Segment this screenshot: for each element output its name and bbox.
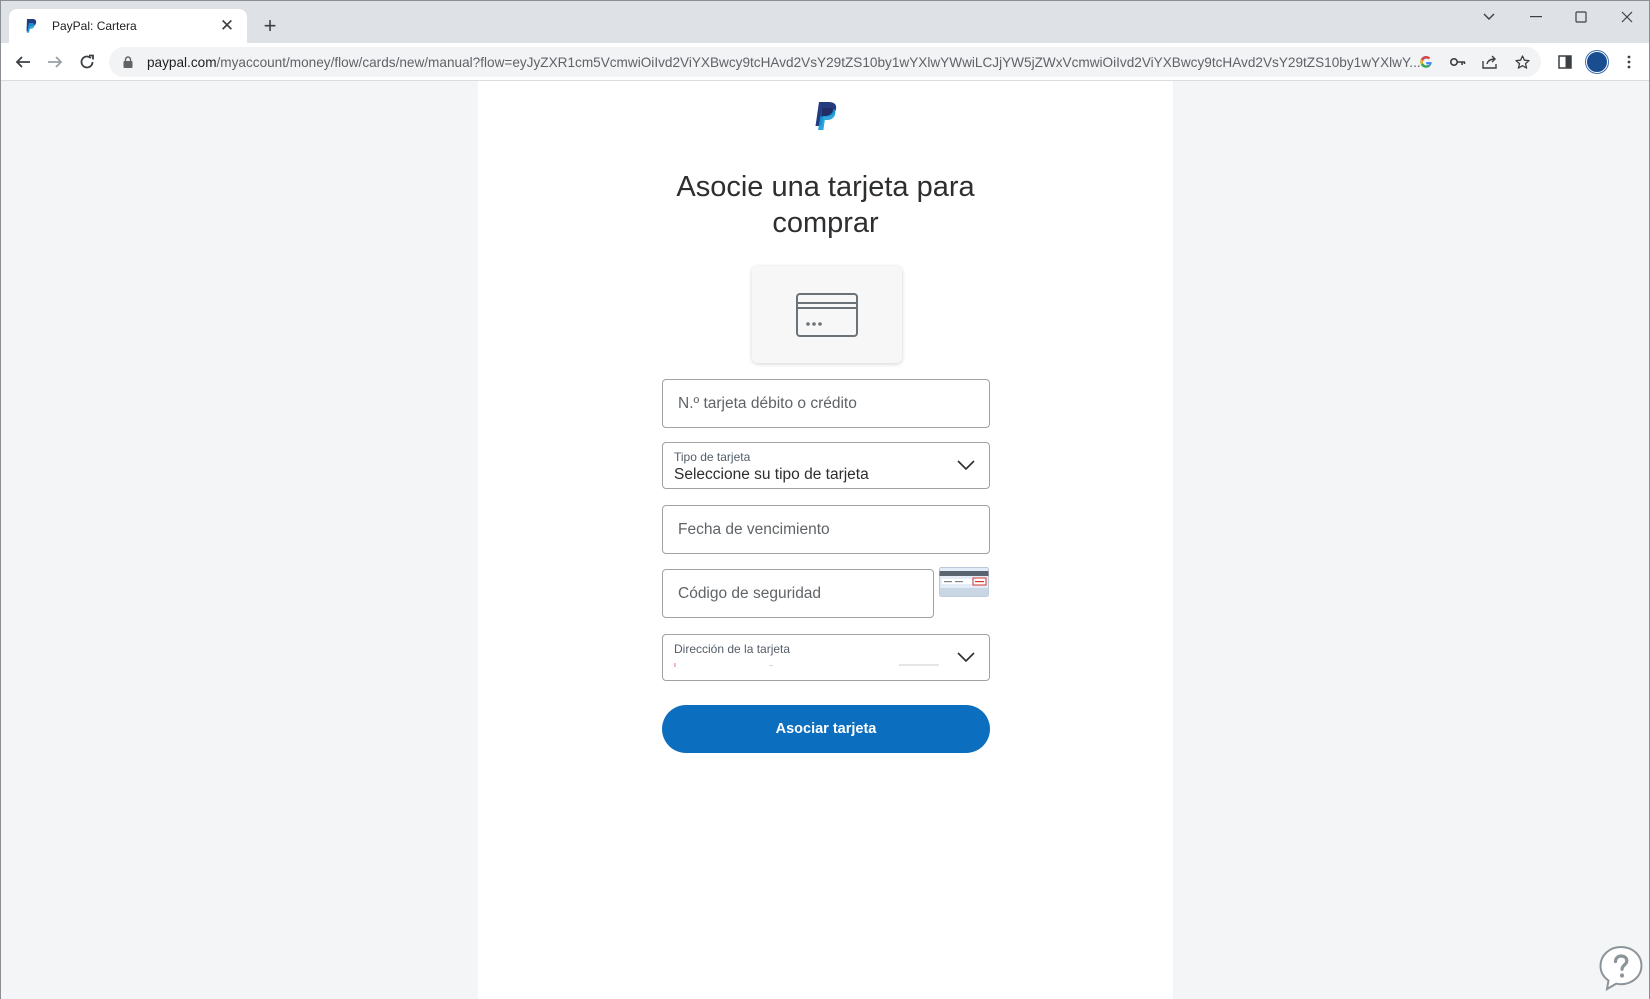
back-arrow-icon[interactable] (9, 48, 37, 76)
share-icon[interactable] (1481, 53, 1499, 71)
google-lens-icon[interactable] (1417, 53, 1435, 71)
lock-icon[interactable] (121, 55, 135, 69)
page-title: Asocie una tarjeta para comprar (478, 169, 1173, 241)
expiry-placeholder: Fecha de vencimiento (678, 521, 830, 538)
tab-strip: PayPal: Cartera ✕ + (1, 1, 1649, 43)
cvv-card-back-icon (939, 567, 989, 597)
profile-avatar[interactable] (1583, 48, 1611, 76)
expiry-date-input[interactable]: Fecha de vencimiento (662, 505, 990, 554)
credit-card-illustration (752, 266, 902, 363)
card-type-value: Seleccione su tipo de tarjeta (674, 466, 869, 483)
browser-toolbar: paypal.com/myaccount/money/flow/cards/ne… (1, 43, 1649, 81)
card-number-input[interactable]: N.º tarjeta débito o crédito (662, 379, 990, 428)
tab-close-icon[interactable]: ✕ (217, 16, 237, 36)
chevron-down-icon (957, 652, 975, 663)
url-text[interactable]: paypal.com/myaccount/money/flow/cards/ne… (147, 55, 1437, 70)
chevron-down-icon (957, 460, 975, 471)
new-tab-plus-icon[interactable]: + (257, 13, 283, 39)
forward-arrow-icon[interactable] (41, 48, 69, 76)
page-viewport: Asocie una tarjeta para comprar N.º tarj… (1, 81, 1649, 999)
tab-search-chevron-icon[interactable] (1469, 5, 1509, 29)
omnibox-actions (1417, 47, 1531, 77)
bookmark-star-icon[interactable] (1513, 53, 1531, 71)
kebab-menu-icon[interactable] (1615, 48, 1643, 76)
tab-paypal-cartera[interactable]: PayPal: Cartera ✕ (9, 9, 247, 43)
card-type-label: Tipo de tarjeta (674, 450, 751, 464)
security-code-placeholder: Código de seguridad (678, 585, 822, 602)
redacted-address-value (674, 663, 939, 667)
tab-title: PayPal: Cartera (52, 19, 137, 33)
key-password-icon[interactable] (1449, 53, 1467, 71)
close-window-icon[interactable] (1607, 5, 1647, 29)
maximize-icon[interactable] (1561, 5, 1601, 29)
help-question-bubble-icon[interactable] (1597, 944, 1645, 992)
card-type-select[interactable]: Tipo de tarjeta Seleccione su tipo de ta… (662, 442, 990, 489)
side-panel-icon[interactable] (1551, 48, 1579, 76)
avatar (1586, 51, 1608, 73)
url-host: paypal.com (147, 54, 217, 70)
link-card-form-panel: Asocie una tarjeta para comprar N.º tarj… (478, 81, 1173, 999)
security-code-input[interactable]: Código de seguridad (662, 569, 934, 618)
billing-address-label: Dirección de la tarjeta (674, 642, 791, 656)
paypal-favicon-icon (23, 18, 39, 34)
credit-card-icon (796, 292, 858, 337)
url-path: /myaccount/money/flow/cards/new/manual?f… (216, 54, 1421, 70)
address-bar[interactable]: paypal.com/myaccount/money/flow/cards/ne… (109, 47, 1541, 77)
paypal-logo-icon (815, 102, 837, 130)
card-number-placeholder: N.º tarjeta débito o crédito (678, 395, 857, 412)
billing-address-select[interactable]: Dirección de la tarjeta (662, 634, 990, 681)
reload-icon[interactable] (73, 48, 101, 76)
page-title-line-1: Asocie una tarjeta para (676, 171, 975, 203)
page-title-line-2: comprar (772, 207, 879, 239)
link-card-button[interactable]: Asociar tarjeta (662, 705, 990, 753)
browser-window: PayPal: Cartera ✕ + paypal.com/myaccount… (0, 0, 1650, 999)
minimize-icon[interactable] (1516, 5, 1556, 29)
